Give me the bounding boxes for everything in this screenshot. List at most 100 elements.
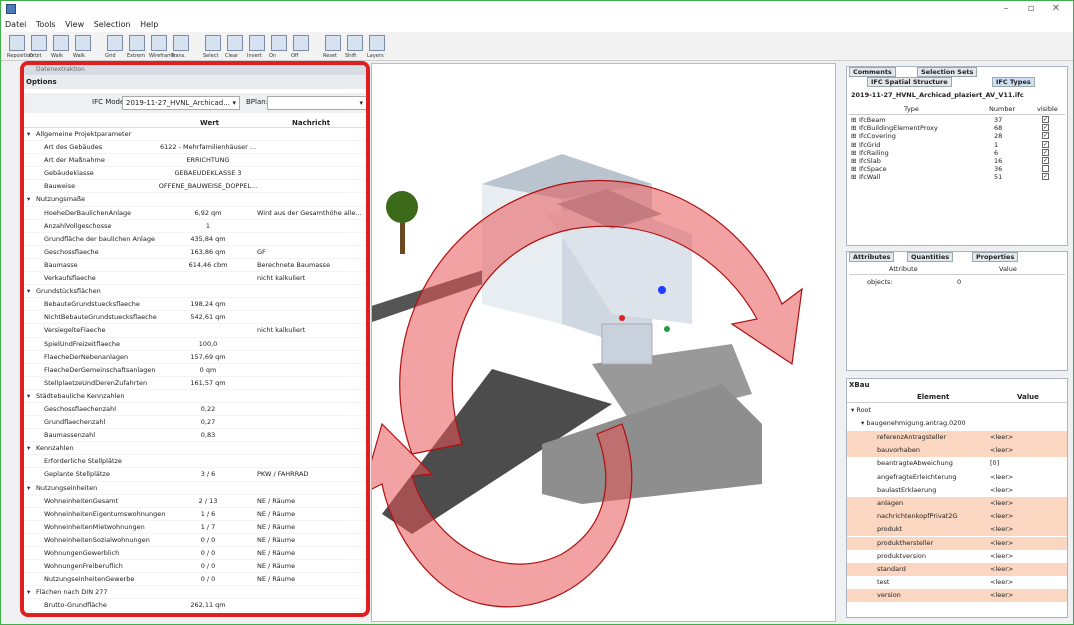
visible-checkbox[interactable]: ✓ [1042, 148, 1049, 156]
visible-checkbox[interactable]: ✓ [1042, 140, 1049, 148]
table-row[interactable]: Brutto-Grundfläche 262,11 qm [24, 599, 366, 613]
menu-help[interactable]: Help [136, 18, 161, 29]
toolbar-button[interactable] [53, 35, 69, 51]
plus-icon[interactable]: ⊞ [851, 173, 856, 181]
3d-viewport[interactable] [361, 63, 836, 622]
plus-icon[interactable]: ⊞ [851, 132, 856, 140]
xbau-row[interactable]: produkthersteller <leer> [847, 536, 1067, 550]
xbau-row[interactable]: beantragteAbweichung [0] [847, 457, 1067, 470]
table-row[interactable]: Grundflaechenzahl 0,27 [24, 416, 366, 430]
bplan-select[interactable]: ▾ [267, 96, 366, 110]
toolbar-button[interactable] [271, 35, 287, 51]
xbau-row[interactable]: produktversion <leer> [847, 550, 1067, 563]
type-row[interactable]: ⊞ IfcSpace 36 [849, 165, 1065, 173]
xbau-row[interactable]: version <leer> [847, 589, 1067, 603]
table-row[interactable]: Art des Gebäudes 6122 - Mehrfamilienhäuse… [24, 141, 366, 155]
xbau-row[interactable]: referenzAntragsteller <leer> [847, 431, 1067, 444]
plus-icon[interactable]: ⊞ [851, 165, 856, 173]
expand-icon[interactable]: ▾ [27, 193, 30, 206]
expand-icon[interactable]: ▾ [27, 285, 30, 298]
tab-selection-sets[interactable]: Selection Sets [917, 67, 978, 77]
table-row[interactable]: Geplante Stellplätze 3 / 6 PKW / FAHRRAD [24, 468, 366, 482]
tab-ifc-types[interactable]: IFC Types [992, 77, 1035, 87]
plus-icon[interactable]: ⊞ [851, 149, 856, 157]
tab-spatial-structure[interactable]: IFC Spatial Structure [867, 77, 952, 87]
toolbar-button[interactable] [151, 35, 167, 51]
table-row[interactable]: FlaecheDerGemeinschaftsanlagen 0 qm [24, 364, 366, 377]
table-row[interactable]: Grundfläche der baulichen Anlage 435,84 q… [24, 233, 366, 246]
table-row[interactable]: Geschossflaeche 163,86 qm GF [24, 246, 366, 259]
visible-checkbox[interactable]: ✓ [1042, 124, 1049, 132]
menu-view[interactable]: View [61, 18, 87, 29]
xbau-child[interactable]: ▾ baugenehmigung.antrag.0200 [861, 419, 966, 427]
table-row[interactable]: SpielUndFreizeitflaeche 100,0 [24, 338, 366, 351]
table-row[interactable]: FlaecheDerNebenanlagen 157,69 qm [24, 351, 366, 364]
xbau-row[interactable]: anlagen <leer> [847, 497, 1067, 510]
type-row[interactable]: ⊞ IfcBuildingElementProxy 68 ✓ [849, 124, 1065, 132]
visible-checkbox[interactable]: ✓ [1042, 156, 1049, 164]
xbau-row[interactable]: angefragteErleichterung <leer> [847, 471, 1067, 484]
table-row[interactable]: VersiegelteFlaeche nicht kalkuliert [24, 324, 366, 338]
table-row[interactable]: Bauweise OFFENE_BAUWEISE_DOPPEL... [24, 180, 366, 194]
toolbar-button[interactable] [293, 35, 309, 51]
table-row[interactable]: ▾ Flächen nach DIN 277 [24, 586, 366, 600]
table-row[interactable]: WohneinheitenEigentumswohnungen 1 / 6 NE /… [24, 508, 366, 521]
type-row[interactable]: ⊞ IfcGrid 1 ✓ [849, 140, 1065, 149]
table-row[interactable]: Gebäudeklasse GEBAEUDEKLASSE 3 [24, 167, 366, 181]
table-row[interactable]: StellplaetzeUndDerenZufahrten 161,57 qm [24, 377, 366, 390]
type-row[interactable]: ⊞ IfcRailing 6 ✓ [849, 148, 1065, 157]
table-row[interactable]: AnzahlVollgeschosse 1 [24, 220, 366, 233]
type-row[interactable]: ⊞ IfcWall 51 ✓ [849, 173, 1065, 181]
toolbar-button[interactable] [347, 35, 363, 51]
type-row[interactable]: ⊞ IfcSlab 16 ✓ [849, 156, 1065, 165]
type-row[interactable]: ⊞ IfcCovering 28 ✓ [849, 132, 1065, 140]
table-row[interactable]: Geschossflaechenzahl 0,22 [24, 403, 366, 417]
type-row[interactable]: ⊞ IfcBeam 37 ✓ [849, 116, 1065, 124]
xbau-root[interactable]: ▾ Root [851, 406, 871, 414]
table-row[interactable]: WohneinheitenSozialwohnungen 0 / 0 NE / Rä… [24, 534, 366, 547]
toolbar-button[interactable] [107, 35, 123, 51]
menu-selection[interactable]: Selection [90, 18, 134, 29]
table-row[interactable]: Verkaufsflaeche nicht kalkuliert [24, 272, 366, 286]
visible-checkbox[interactable] [1042, 165, 1049, 173]
toolbar-button[interactable] [325, 35, 341, 51]
table-row[interactable]: BebauteGrundstuecksflaeche 198,24 qm [24, 298, 366, 312]
table-row[interactable]: NichtBebauteGrundstuecksflaeche 542,61 qm [24, 311, 366, 325]
xbau-row[interactable]: bauvorhaben <leer> [847, 444, 1067, 458]
toolbar-button[interactable] [9, 35, 25, 51]
table-row[interactable]: ▾ Kennzahlen [24, 442, 366, 456]
plus-icon[interactable]: ⊞ [851, 157, 856, 165]
table-row[interactable]: HoeheDerBaulichenAnlage 6,92 qm Wird aus d… [24, 207, 366, 220]
table-row[interactable]: Erforderliche Stellplätze [24, 455, 366, 469]
table-row[interactable]: NutzungseinheitenGewerbe 0 / 0 NE / Räume [24, 573, 366, 587]
menu-tools[interactable]: Tools [32, 18, 59, 29]
toolbar-button[interactable] [31, 35, 47, 51]
visible-checkbox[interactable]: ✓ [1042, 173, 1049, 181]
expand-icon[interactable]: ▾ [27, 482, 30, 495]
plus-icon[interactable]: ⊞ [851, 124, 856, 132]
xbau-row[interactable]: produkt <leer> [847, 523, 1067, 537]
toolbar-button[interactable] [129, 35, 145, 51]
plus-icon[interactable]: ⊞ [851, 116, 856, 124]
table-row[interactable]: ▾ Nutzungsmaße [24, 193, 366, 207]
ifc-model-select[interactable]: 2019-11-27_HVNL_Archicad... ▾ [122, 96, 240, 110]
table-row[interactable]: Baumasse 614,46 cbm Berechnete Baumasse [24, 259, 366, 273]
table-row[interactable]: Baumassenzahl 0,83 [24, 429, 366, 443]
xbau-row[interactable]: baulastErklaerung <leer> [847, 484, 1067, 497]
visible-checkbox[interactable]: ✓ [1042, 132, 1049, 140]
tab-attributes[interactable]: Attributes [849, 252, 895, 262]
menu-datei[interactable]: Datei [1, 18, 29, 29]
table-row[interactable]: WohneinheitenGesamt 2 / 13 NE / Räume [24, 495, 366, 508]
xbau-row[interactable]: test <leer> [847, 576, 1067, 589]
table-row[interactable]: Art der Maßnahme ERRICHTUNG [24, 154, 366, 168]
table-row[interactable]: ▾ Allgemeine Projektparameter [24, 128, 366, 142]
plus-icon[interactable]: ⊞ [851, 141, 856, 149]
table-row[interactable]: ▾ Nutzungseinheiten [24, 482, 366, 495]
tab-properties[interactable]: Properties [972, 252, 1019, 262]
toolbar-button[interactable] [369, 35, 385, 51]
close-button[interactable]: ✕ [1041, 2, 1071, 16]
table-row[interactable]: Netto-Grundfläche 552,7 qm [24, 612, 366, 613]
xbau-row[interactable]: standard <leer> [847, 563, 1067, 576]
visible-checkbox[interactable]: ✓ [1042, 116, 1049, 123]
toolbar-button[interactable] [205, 35, 221, 51]
